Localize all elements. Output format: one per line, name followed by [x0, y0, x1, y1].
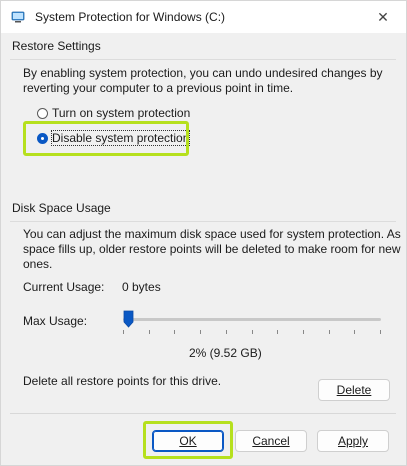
cancel-button[interactable]: Cancel [235, 430, 307, 452]
current-usage-label: Current Usage: [23, 280, 105, 294]
max-usage-value: 2% (9.52 GB) [189, 346, 262, 360]
restore-settings-divider [10, 59, 396, 60]
disk-space-group-label: Disk Space Usage [12, 201, 111, 215]
slider-tick [123, 330, 124, 334]
slider-tick [148, 330, 150, 334]
max-usage-label: Max Usage: [23, 314, 88, 328]
slider-tick [328, 330, 330, 334]
close-icon: ✕ [377, 8, 389, 25]
max-usage-slider-track[interactable] [123, 318, 381, 321]
slider-tick [302, 330, 304, 334]
disable-protection-radio[interactable]: Disable system protection [37, 130, 191, 146]
bottom-divider [10, 413, 396, 414]
apply-button[interactable]: Apply [317, 430, 389, 452]
window-title: System Protection for Windows (C:) [35, 10, 226, 24]
slider-tick [225, 330, 227, 334]
current-usage-value: 0 bytes [122, 280, 161, 294]
max-usage-slider-thumb[interactable] [123, 310, 134, 328]
slider-tick [380, 330, 381, 334]
close-button[interactable]: ✕ [360, 1, 406, 33]
slider-tick [354, 330, 356, 334]
computer-icon [11, 11, 25, 23]
delete-button-label: Delete [336, 383, 372, 397]
delete-button[interactable]: Delete [318, 379, 390, 401]
radio-checked-icon [37, 132, 48, 144]
slider-tick [277, 330, 279, 334]
cancel-button-label: Cancel [252, 434, 290, 448]
title-bar: System Protection for Windows (C:) ✕ [1, 1, 406, 33]
restore-settings-group-label: Restore Settings [12, 39, 101, 53]
apply-button-label: Apply [337, 434, 369, 448]
system-protection-dialog: System Protection for Windows (C:) ✕ Res… [0, 0, 407, 466]
slider-tick [251, 330, 253, 334]
slider-tick [174, 330, 176, 334]
turn-on-protection-label: Turn on system protection [52, 106, 191, 120]
turn-on-protection-radio[interactable]: Turn on system protection [37, 105, 190, 121]
disk-space-description: You can adjust the maximum disk space us… [23, 227, 401, 271]
ok-button-label: OK [179, 434, 197, 448]
delete-description: Delete all restore points for this drive… [23, 374, 222, 388]
disable-protection-label: Disable system protection [50, 130, 191, 146]
radio-unchecked-icon [37, 107, 48, 119]
disk-space-divider [10, 221, 396, 222]
restore-settings-description: By enabling system protection, you can u… [23, 66, 383, 95]
slider-tick [200, 330, 202, 334]
ok-button[interactable]: OK [152, 430, 224, 452]
